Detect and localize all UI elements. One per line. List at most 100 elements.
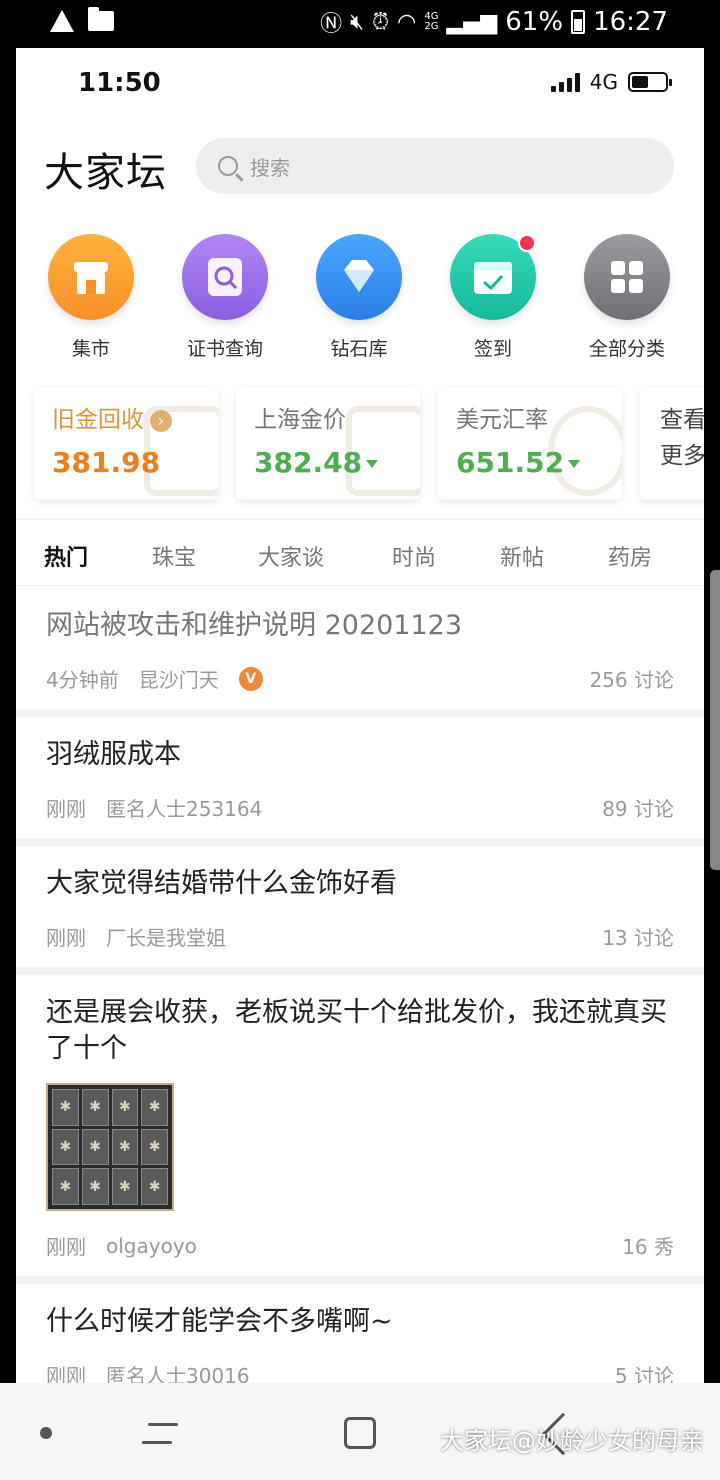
post-meta: 刚刚 olgayoyo 16 秀 <box>46 1231 674 1276</box>
system-clock: 16:27 <box>593 7 668 37</box>
post-count: 16 秀 <box>622 1235 674 1259</box>
mute-icon: 🔇︎ <box>350 9 364 35</box>
ios-status-bar: 11:50 4G <box>16 48 704 118</box>
post-item[interactable]: 羽绒服成本 刚刚 匿名人士253164 89 讨论 <box>16 717 704 846</box>
market-more-label: 查看 更多 <box>660 407 704 469</box>
post-time: 刚刚 <box>46 1235 86 1259</box>
market-title: 旧金回收 › <box>52 400 172 434</box>
diamond-icon <box>316 234 402 320</box>
chevron-right-icon: › <box>150 409 172 432</box>
post-author[interactable]: 厂长是我堂姐 <box>106 922 226 951</box>
post-author[interactable]: 昆沙门天 <box>139 664 219 693</box>
quick-entry-label: 全部分类 <box>588 338 665 360</box>
quick-entry-row: 集市 证书查询 钻石库 签到 全部分类 <box>16 234 704 364</box>
gold-recycle-card[interactable]: 旧金回收 › 381.98 <box>34 388 218 500</box>
quick-entry-certificate[interactable]: 证书查询 <box>165 234 285 361</box>
home-icon[interactable] <box>344 1417 376 1449</box>
trend-down-icon <box>568 460 581 468</box>
tab-jewelry[interactable]: 珠宝 <box>152 540 196 572</box>
quick-entry-label: 签到 <box>473 338 512 360</box>
post-author[interactable]: 匿名人士30016 <box>106 1360 250 1383</box>
post-item[interactable]: 网站被攻击和维护说明 20201123 4分钟前 昆沙门天 V 256 讨论 <box>16 588 704 717</box>
quick-entry-label: 钻石库 <box>330 338 388 360</box>
quick-entry-label: 集市 <box>71 338 110 360</box>
search-icon <box>218 156 238 176</box>
android-nav-bar: 大家坛@妙龄少女的母亲 <box>0 1383 720 1480</box>
certificate-search-icon <box>182 234 268 320</box>
post-time: 刚刚 <box>46 1364 86 1383</box>
market-more-card[interactable]: 查看 更多 <box>640 388 704 500</box>
nav-dot-icon[interactable] <box>40 1427 52 1439</box>
post-meta: 刚刚 厂长是我堂姐 13 讨论 <box>46 922 674 967</box>
market-value: 381.98 <box>52 446 161 479</box>
post-title: 还是展会收获，老板说买十个给批发价，我还就真买了十个 <box>46 997 667 1064</box>
post-time: 4分钟前 <box>46 668 119 692</box>
post-count: 13 讨论 <box>602 926 674 950</box>
recent-apps-icon[interactable] <box>142 1415 178 1451</box>
ios-battery-icon <box>628 72 672 92</box>
tab-pharmacy[interactable]: 药房 <box>608 540 652 572</box>
post-count: 89 讨论 <box>602 797 674 821</box>
battery-icon <box>571 10 586 34</box>
section-divider <box>16 518 704 520</box>
market-value: 651.52 <box>456 446 581 479</box>
post-thumbnail[interactable] <box>46 1083 174 1211</box>
post-meta: 刚刚 匿名人士253164 89 讨论 <box>46 793 674 838</box>
shop-icon <box>48 234 134 320</box>
quick-entry-market[interactable]: 集市 <box>31 234 151 361</box>
app-screen: 11:50 4G 大家坛 搜索 集市 证书查询 钻石库 签到 全部分类 旧金回收… <box>16 48 704 1383</box>
post-item[interactable]: 什么时候才能学会不多嘴啊~ 刚刚 匿名人士30016 5 讨论 <box>16 1284 704 1383</box>
post-item[interactable]: 还是展会收获，老板说买十个给批发价，我还就真买了十个 刚刚 olgayoyo 1… <box>16 975 704 1284</box>
warning-icon <box>50 10 74 32</box>
wifi-icon: ◠ <box>397 9 417 35</box>
quick-entry-label: 证书查询 <box>186 338 263 360</box>
network-type: 4G 2G <box>424 11 439 32</box>
trend-down-icon <box>366 460 379 468</box>
calendar-check-icon <box>450 234 536 320</box>
cell-signal-icon <box>550 72 580 92</box>
alarm-icon: ⏰︎ <box>372 9 390 35</box>
quick-entry-diamond[interactable]: 钻石库 <box>299 234 419 361</box>
tab-new-posts[interactable]: 新帖 <box>500 540 544 572</box>
post-author[interactable]: 匿名人士253164 <box>106 793 262 822</box>
quick-entry-all-categories[interactable]: 全部分类 <box>567 234 687 361</box>
ios-clock: 11:50 <box>78 68 161 98</box>
market-price-row: 旧金回收 › 381.98 上海金价 382.48 美元汇率 651.52 查看更… <box>34 388 704 500</box>
post-title: 羽绒服成本 <box>46 739 181 770</box>
signal-icon: ▂▄▆ <box>446 9 498 35</box>
post-meta: 4分钟前 昆沙门天 V 256 讨论 <box>46 664 674 709</box>
tab-discussion[interactable]: 大家谈 <box>258 540 324 572</box>
post-time: 刚刚 <box>46 926 86 950</box>
watermark: 大家坛@妙龄少女的母亲 <box>440 1427 704 1455</box>
quick-entry-checkin[interactable]: 签到 <box>433 234 553 361</box>
usd-rate-card[interactable]: 美元汇率 651.52 <box>438 388 622 500</box>
system-status-bar: Ⓝ 🔇︎ ⏰︎ ◠ 4G 2G ▂▄▆ 61% 16:27 <box>0 0 720 48</box>
nfc-icon: Ⓝ <box>320 12 343 37</box>
scrollbar-thumb[interactable] <box>710 570 720 870</box>
tab-hot[interactable]: 热门 <box>44 540 88 572</box>
post-time: 刚刚 <box>46 797 86 821</box>
market-title: 美元汇率 <box>456 407 548 433</box>
post-item[interactable]: 大家觉得结婚带什么金饰好看 刚刚 厂长是我堂姐 13 讨论 <box>16 846 704 975</box>
verified-badge-icon: V <box>238 666 263 691</box>
search-bar[interactable]: 搜索 <box>196 138 674 194</box>
market-value: 382.48 <box>254 446 379 479</box>
post-meta: 刚刚 匿名人士30016 5 讨论 <box>46 1360 674 1383</box>
category-tabs: 热门 珠宝 大家谈 时尚 新帖 药房 <box>16 524 704 586</box>
folder-icon <box>88 7 114 31</box>
app-logo[interactable]: 大家坛 <box>44 140 167 198</box>
post-feed: 网站被攻击和维护说明 20201123 4分钟前 昆沙门天 V 256 讨论 羽… <box>16 588 704 1383</box>
notification-dot <box>518 234 536 252</box>
post-title: 什么时候才能学会不多嘴啊~ <box>46 1306 393 1337</box>
grid-icon <box>584 234 670 320</box>
post-author[interactable]: olgayoyo <box>106 1234 197 1258</box>
battery-percent: 61% <box>505 7 564 37</box>
market-title: 上海金价 <box>254 407 346 433</box>
search-placeholder: 搜索 <box>250 155 290 180</box>
tab-fashion[interactable]: 时尚 <box>392 540 436 572</box>
shanghai-gold-card[interactable]: 上海金价 382.48 <box>236 388 420 500</box>
ios-network-label: 4G <box>589 70 618 94</box>
post-title: 大家觉得结婚带什么金饰好看 <box>46 868 397 899</box>
app-header: 大家坛 搜索 <box>16 136 704 196</box>
post-count: 5 讨论 <box>614 1364 674 1383</box>
